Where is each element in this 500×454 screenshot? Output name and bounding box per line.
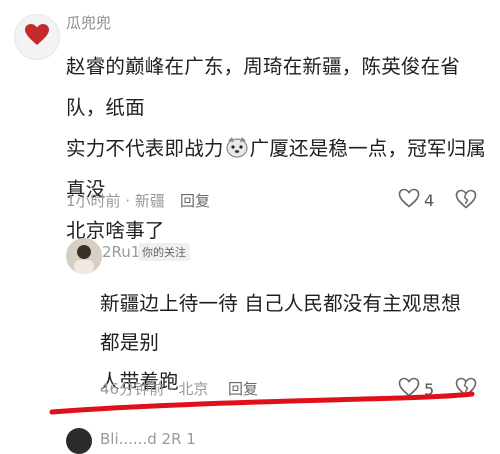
comment-username[interactable]: 瓜兜兜: [66, 12, 111, 33]
like-button[interactable]: 4: [398, 188, 434, 212]
avatar[interactable]: [14, 14, 60, 60]
heart-icon: [24, 23, 50, 51]
comment-meta: 1小时前 · 新疆: [66, 192, 165, 210]
reply-avatar[interactable]: [66, 238, 102, 274]
comment-line-part: 实力不代表即战力: [66, 137, 224, 160]
follow-badge: 你的关注: [138, 243, 190, 261]
reply-button[interactable]: 回复: [180, 190, 210, 211]
reply-username[interactable]: 2Ru1: [102, 243, 140, 261]
dislike-button[interactable]: [455, 189, 477, 213]
doge-emoji-icon: [225, 132, 249, 158]
broken-heart-icon: [455, 189, 477, 213]
comment-body: 赵睿的巅峰在广东，周琦在新疆，陈英俊在省队，纸面 实力不代表即战力 广厦还是稳一点…: [66, 46, 486, 251]
reply-line: 新疆边上待一待 自己人民都没有主观思想 都是别: [100, 292, 461, 354]
comment-line: 赵睿的巅峰在广东，周琦在新疆，陈英俊在省队，纸面: [66, 55, 461, 119]
like-count: 4: [424, 190, 435, 210]
next-avatar[interactable]: [66, 428, 92, 454]
red-underline-annotation: [49, 391, 475, 415]
heart-outline-icon: [398, 188, 420, 212]
next-username[interactable]: Bli......d 2R 1: [100, 430, 196, 448]
